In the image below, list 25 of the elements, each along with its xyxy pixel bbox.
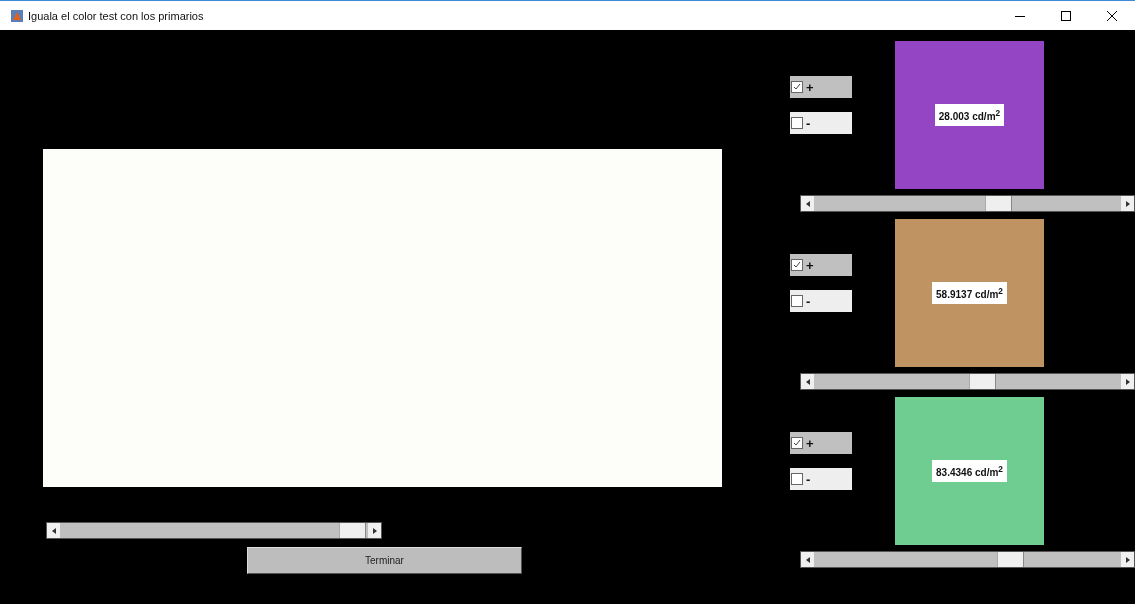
window-title: Iguala el color test con los primarios xyxy=(28,9,204,22)
checkmark-icon xyxy=(793,83,801,91)
slider[interactable] xyxy=(46,522,382,539)
checkmark-icon xyxy=(793,261,801,269)
slider-thumb[interactable] xyxy=(969,374,997,389)
checkbox[interactable]: - xyxy=(790,468,852,490)
close-icon[interactable] xyxy=(1107,10,1117,21)
checkmark-icon xyxy=(793,439,801,447)
slider-thumb[interactable] xyxy=(996,552,1024,567)
finish-button[interactable]: Terminar xyxy=(247,547,522,574)
luminance-label: 28.003 cd/m$^{2}$ xyxy=(934,103,1005,127)
luminance-label: 83.4346 cd/m$^{2}$ xyxy=(932,459,1007,483)
checkbox[interactable]: - xyxy=(790,290,852,312)
checkbox[interactable]: + xyxy=(790,432,852,454)
slider[interactable] xyxy=(800,195,1135,212)
checkbox[interactable]: + xyxy=(790,254,852,276)
maximize-icon[interactable] xyxy=(1061,10,1071,21)
checkbox[interactable]: + xyxy=(790,76,852,98)
slider[interactable] xyxy=(800,373,1135,390)
slider[interactable] xyxy=(800,551,1135,568)
app-icon xyxy=(11,9,23,22)
checkbox[interactable]: - xyxy=(790,112,852,134)
slider-thumb[interactable] xyxy=(339,523,367,538)
slider-thumb[interactable] xyxy=(984,196,1012,211)
luminance-label: 58.9137 cd/m$^{2}$ xyxy=(932,281,1007,305)
